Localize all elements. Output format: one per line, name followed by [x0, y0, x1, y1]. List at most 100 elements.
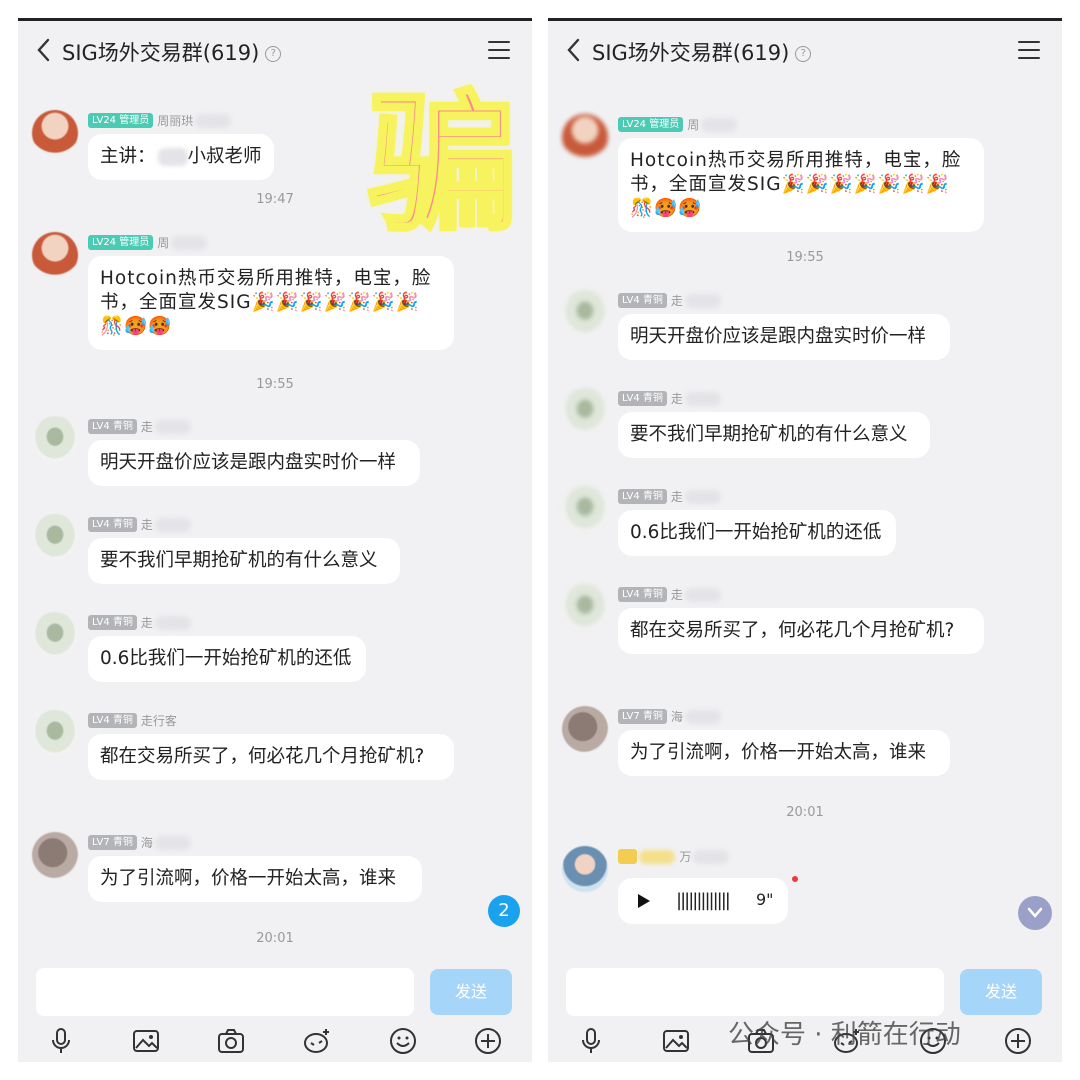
level-badge: LV24 管理员 — [88, 235, 154, 250]
level-badge: LV — [618, 849, 638, 864]
scroll-down-button[interactable] — [1018, 896, 1052, 930]
sender-name: 万 — [679, 850, 692, 864]
message-bubble[interactable]: Hotcoin热币交易所用推特，电宝，脸书，全面宣发SIG🎉🎉🎉🎉🎉🎉🎉🎊🥵🥵 — [618, 138, 984, 232]
unread-count-badge[interactable]: 2 — [488, 895, 520, 927]
play-icon[interactable] — [638, 894, 650, 908]
sender-meta: LV24 管理员 周丽珙 — [88, 110, 232, 128]
redaction — [684, 489, 721, 504]
message-text: Hotcoin热币交易所用推特，电宝，脸书，全面宣发SIG🎉🎉🎉🎉🎉🎉🎉🎊🥵🥵 — [630, 150, 962, 219]
avatar[interactable] — [562, 290, 608, 336]
voice-message-bubble[interactable]: ||||||||||||| 9" — [618, 878, 788, 924]
message-text: 为了引流啊，价格一开始太高，谁来 — [630, 742, 927, 763]
level-badge: LV4 青铜 — [88, 713, 137, 728]
help-icon[interactable]: ? — [795, 46, 812, 62]
sender-meta: LV4 青铜走 — [618, 584, 721, 602]
message-text: Hotcoin热币交易所用推特，电宝，脸书，全面宣发SIG🎉🎉🎉🎉🎉🎉🎉🎊🥵🥵 — [100, 268, 432, 337]
avatar[interactable] — [562, 584, 608, 630]
emoji-icon[interactable] — [388, 1026, 418, 1056]
redaction — [701, 117, 738, 132]
image-icon[interactable] — [661, 1026, 691, 1056]
message-bubble[interactable]: 要不我们早期抢矿机的有什么意义 — [88, 538, 400, 584]
redaction — [154, 615, 191, 630]
level-badge: LV4 青铜 — [618, 587, 667, 602]
voice-duration: 9" — [756, 890, 774, 909]
avatar[interactable] — [562, 486, 608, 532]
level-badge: LV24 管理员 — [618, 117, 684, 132]
image-icon[interactable] — [131, 1026, 161, 1056]
menu-icon[interactable] — [1018, 41, 1040, 59]
plus-icon[interactable] — [473, 1026, 503, 1056]
sender-meta: LV4 青铜走 — [88, 416, 191, 434]
message-text-tail: 小叔老师 — [187, 146, 262, 167]
avatar[interactable] — [562, 114, 608, 160]
sender-meta: LV4 青铜走 — [88, 612, 191, 630]
microphone-icon[interactable] — [576, 1026, 606, 1056]
avatar[interactable] — [562, 706, 608, 752]
microphone-icon[interactable] — [46, 1026, 76, 1056]
message-text: 0.6比我们一开始抢矿机的还低 — [630, 522, 882, 543]
redaction — [154, 517, 191, 532]
message-bubble[interactable]: 0.6比我们一开始抢矿机的还低 — [88, 636, 366, 682]
avatar[interactable] — [32, 710, 78, 756]
back-icon[interactable] — [562, 35, 586, 65]
message-input[interactable] — [566, 968, 944, 1016]
message-bubble[interactable]: 明天开盘价应该是跟内盘实时价一样 — [88, 440, 420, 486]
send-button[interactable]: 发送 — [430, 969, 512, 1015]
sender-name: 周 — [157, 236, 170, 250]
message-bubble[interactable]: 0.6比我们一开始抢矿机的还低 — [618, 510, 896, 556]
avatar[interactable] — [32, 110, 78, 156]
message-text: 明天开盘价应该是跟内盘实时价一样 — [630, 326, 927, 347]
redaction — [157, 148, 188, 166]
message-bubble[interactable]: 都在交易所买了，何必花几个月抢矿机? — [618, 608, 984, 654]
sender-meta: LV4 青铜 走行客 — [88, 710, 177, 728]
redaction — [693, 849, 730, 864]
message-input[interactable] — [36, 968, 414, 1016]
message-bubble[interactable]: 都在交易所买了，何必花几个月抢矿机? — [88, 734, 454, 780]
unplayed-dot — [792, 876, 798, 882]
voice-waveform: ||||||||||||| — [676, 890, 731, 911]
avatar[interactable] — [32, 612, 78, 658]
redaction — [154, 835, 191, 850]
input-bar: 发送 — [18, 946, 532, 1062]
chat-title: SIG场外交易群(619)? — [592, 37, 812, 67]
message-bubble[interactable]: Hotcoin热币交易所用推特，电宝，脸书，全面宣发SIG🎉🎉🎉🎉🎉🎉🎉🎊🥵🥵 — [88, 256, 454, 350]
send-button[interactable]: 发送 — [960, 969, 1042, 1015]
sticker-icon[interactable] — [302, 1026, 332, 1056]
sender-name: 周丽珙 — [157, 114, 194, 128]
avatar[interactable] — [32, 832, 78, 878]
avatar[interactable] — [562, 846, 608, 892]
message-text: 明天开盘价应该是跟内盘实时价一样 — [100, 452, 397, 473]
chat-header: SIG场外交易群(619)? — [548, 21, 1062, 79]
timestamp: 20:01 — [786, 805, 824, 820]
message-bubble[interactable]: 为了引流啊，价格一开始太高，谁来 — [88, 856, 422, 902]
avatar[interactable] — [32, 416, 78, 462]
back-icon[interactable] — [32, 35, 56, 65]
sender-meta: LV24 管理员周 — [88, 232, 208, 250]
level-badge: LV4 青铜 — [618, 293, 667, 308]
redaction — [639, 849, 676, 864]
sender-meta: LV4 青铜走 — [88, 514, 191, 532]
redaction — [171, 235, 208, 250]
help-icon[interactable]: ? — [265, 46, 282, 62]
sender-name: 周 — [687, 118, 700, 132]
sender-name: 走 — [140, 616, 153, 630]
message-bubble[interactable]: 要不我们早期抢矿机的有什么意义 — [618, 412, 930, 458]
avatar[interactable] — [32, 232, 78, 278]
sender-name: 走行客 — [140, 714, 177, 728]
avatar[interactable] — [562, 388, 608, 434]
redaction — [195, 113, 232, 128]
avatar[interactable] — [32, 514, 78, 560]
sender-meta: LV4 青铜走 — [618, 290, 721, 308]
message-bubble[interactable]: 明天开盘价应该是跟内盘实时价一样 — [618, 314, 950, 360]
message-bubble[interactable]: 为了引流啊，价格一开始太高，谁来 — [618, 730, 950, 776]
plus-icon[interactable] — [1003, 1026, 1033, 1056]
message-bubble[interactable]: 主讲： 小叔老师 — [88, 134, 274, 180]
chevron-down-icon — [1027, 907, 1043, 918]
camera-icon[interactable] — [216, 1026, 246, 1056]
sender-meta: LV4 青铜走 — [618, 388, 721, 406]
menu-icon[interactable] — [488, 41, 510, 59]
sender-meta: LV 万 — [618, 846, 730, 864]
level-badge: LV4 青铜 — [88, 419, 137, 434]
scam-overlay-text: 骗 — [366, 78, 520, 252]
message-text: 都在交易所买了，何必花几个月抢矿机? — [100, 746, 425, 767]
